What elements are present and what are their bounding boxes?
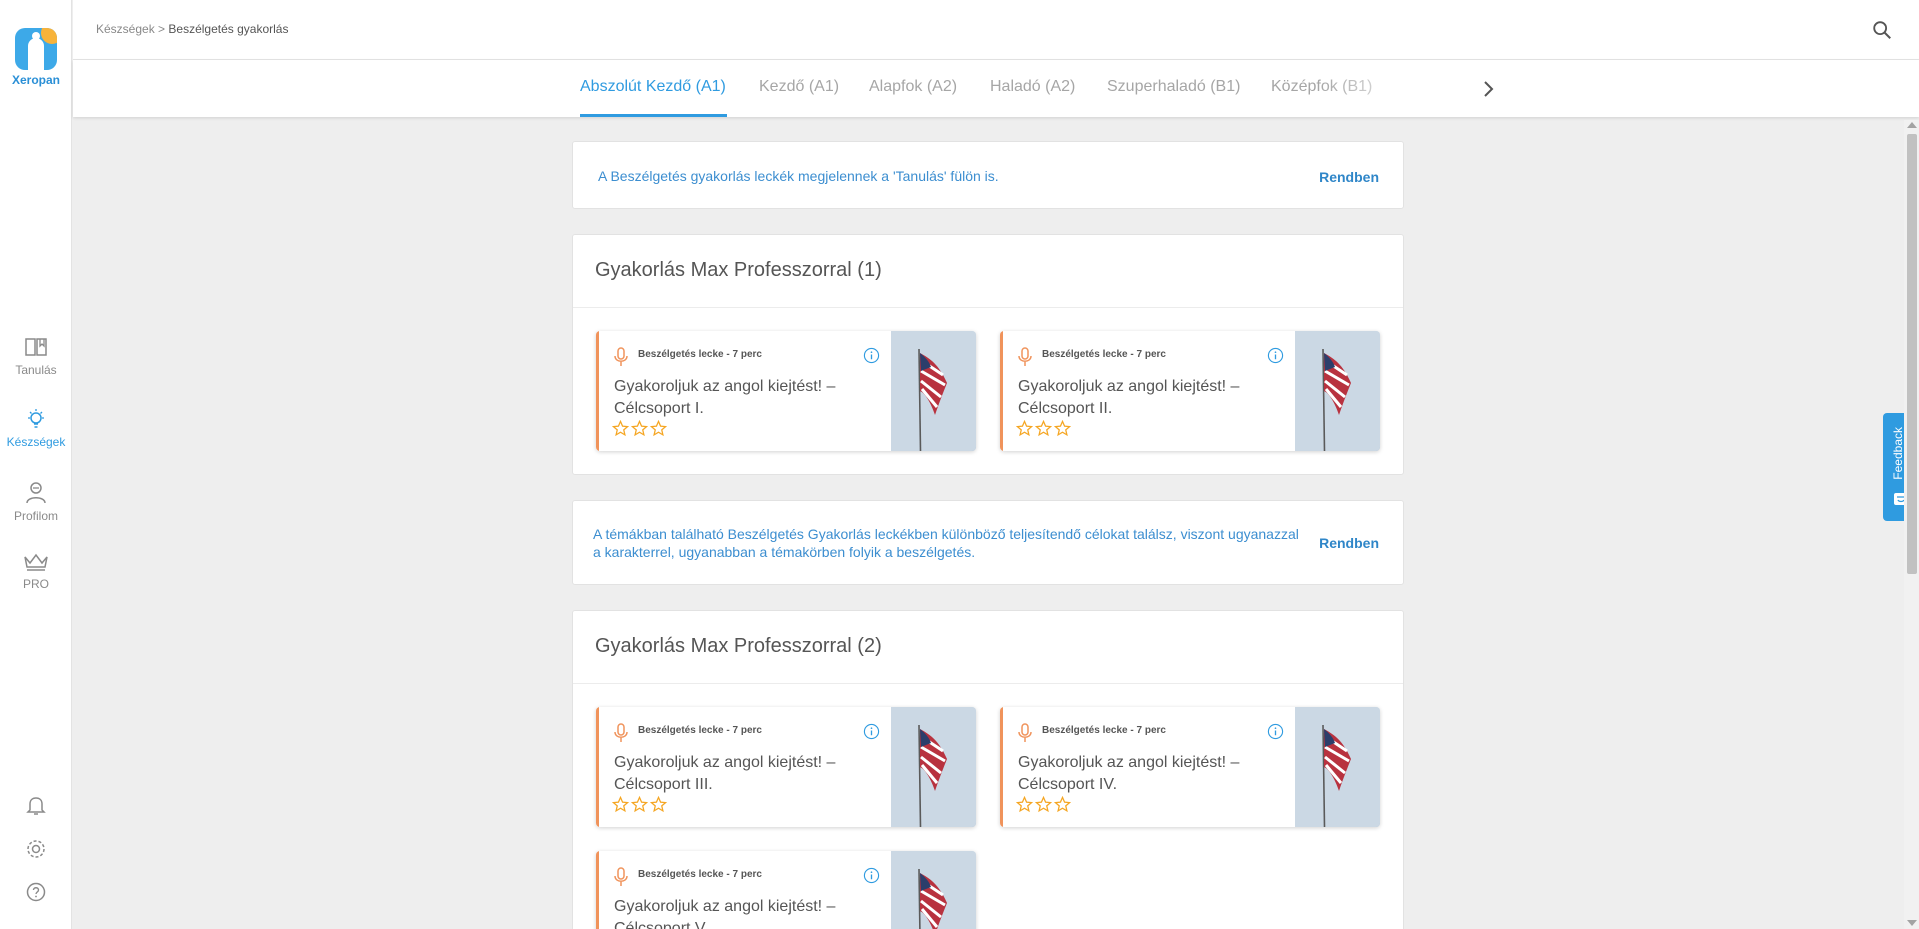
lesson-title: Gyakoroljuk az angol kiejtést! – Célcsop… <box>1018 378 1240 417</box>
star-empty-icon <box>1035 796 1052 813</box>
tab-kezdo[interactable]: Kezdő (A1) <box>759 78 839 96</box>
section-title: Gyakorlás Max Professzorral (2) <box>595 635 882 657</box>
lesson-card[interactable]: Beszélgetés lecke - 7 perc Gyakoroljuk a… <box>1000 331 1380 451</box>
lightbulb-icon <box>28 409 44 428</box>
lesson-card[interactable]: Beszélgetés lecke - 7 perc Gyakoroljuk a… <box>1000 707 1380 827</box>
sidebar-item-label: Profilom <box>13 509 58 523</box>
notice-text: A témákban található Beszélgetés Gyakorl… <box>593 526 1299 560</box>
breadcrumb: Készségek > Beszélgetés gyakorlás <box>96 22 288 36</box>
microphone-icon <box>614 347 628 366</box>
scroll-thumb[interactable] <box>1907 134 1917 574</box>
star-rating <box>1016 796 1071 813</box>
star-empty-icon <box>1054 796 1071 813</box>
lesson-section: Gyakorlás Max Professzorral (1) Beszélge… <box>572 234 1404 475</box>
tab-abszolut-kezdo[interactable]: Abszolút Kezdő (A1) <box>580 78 726 96</box>
lesson-kind: Beszélgetés lecke - 7 perc <box>638 725 762 736</box>
sidebar-item-pro[interactable]: PRO <box>0 552 72 591</box>
breadcrumb-current: Beszélgetés gyakorlás <box>168 22 289 36</box>
us-flag-thumbnail <box>891 707 976 827</box>
star-empty-icon <box>612 796 629 813</box>
us-flag-thumbnail <box>891 331 976 451</box>
scroll-down-arrow[interactable] <box>1907 920 1917 926</box>
sidebar-item-keszsegek[interactable]: Készségek <box>0 408 72 449</box>
star-empty-icon <box>612 420 629 437</box>
lesson-title: Gyakoroljuk az angol kiejtést! – Célcsop… <box>614 754 836 793</box>
star-rating <box>612 420 667 437</box>
gear-icon[interactable] <box>24 837 48 861</box>
lesson-title: Gyakoroljuk az angol kiejtést! – Célcsop… <box>614 378 836 417</box>
info-icon[interactable] <box>863 867 880 884</box>
lesson-card[interactable]: Beszélgetés lecke - 7 perc Gyakoroljuk a… <box>596 707 976 827</box>
sidebar-item-profilom[interactable]: Profilom <box>0 480 72 523</box>
star-empty-icon <box>631 796 648 813</box>
feedback-label: Feedback <box>1891 427 1905 480</box>
info-icon[interactable] <box>863 347 880 364</box>
star-empty-icon <box>631 420 648 437</box>
sidebar-item-tanulas[interactable]: Tanulás <box>0 336 72 377</box>
star-rating <box>612 796 667 813</box>
star-empty-icon <box>1035 420 1052 437</box>
us-flag-thumbnail <box>1295 707 1380 827</box>
microphone-icon <box>614 867 628 886</box>
microphone-icon <box>1018 723 1032 742</box>
microphone-icon <box>614 723 628 742</box>
section-divider <box>573 683 1403 684</box>
help-icon[interactable] <box>24 880 48 904</box>
section-divider <box>573 307 1403 308</box>
star-empty-icon <box>650 796 667 813</box>
xeropan-logo-icon <box>15 28 57 70</box>
us-flag-thumbnail <box>891 851 976 929</box>
lesson-kind: Beszélgetés lecke - 7 perc <box>638 869 762 880</box>
info-icon[interactable] <box>1267 347 1284 364</box>
info-icon[interactable] <box>863 723 880 740</box>
section-title: Gyakorlás Max Professzorral (1) <box>595 259 882 281</box>
lesson-card[interactable]: Beszélgetés lecke - 7 perc Gyakoroljuk a… <box>596 331 976 451</box>
star-empty-icon <box>1054 420 1071 437</box>
breadcrumb-separator: > <box>154 22 169 36</box>
sidebar: Xeropan Tanulás Készségek Profilom PRO <box>0 0 72 929</box>
level-tabs: Abszolút Kezdő (A1) Kezdő (A1) Alapfok (… <box>73 60 1919 117</box>
user-icon <box>26 482 46 504</box>
lesson-kind: Beszélgetés lecke - 7 perc <box>1042 349 1166 360</box>
scroll-up-arrow[interactable] <box>1907 122 1917 128</box>
logo-text: Xeropan <box>11 73 60 87</box>
app-logo[interactable]: Xeropan <box>0 28 72 87</box>
tab-szuperhalado[interactable]: Szuperhaladó (B1) <box>1107 78 1240 96</box>
notice-card: A Beszélgetés gyakorlás leckék megjelenn… <box>572 141 1404 209</box>
dismiss-notice-button[interactable]: Rendben <box>1319 535 1379 551</box>
tab-fade <box>1318 70 1458 110</box>
tab-alapfok[interactable]: Alapfok (A2) <box>869 78 957 96</box>
top-bar: Készségek > Beszélgetés gyakorlás <box>73 0 1919 60</box>
star-empty-icon <box>1016 796 1033 813</box>
book-icon <box>25 338 47 356</box>
us-flag-thumbnail <box>1295 331 1380 451</box>
active-tab-indicator <box>580 114 727 117</box>
search-icon[interactable] <box>1871 19 1893 41</box>
info-icon[interactable] <box>1267 723 1284 740</box>
dismiss-notice-button[interactable]: Rendben <box>1319 169 1379 185</box>
lesson-title: Gyakoroljuk az angol kiejtést! – Célcsop… <box>614 898 836 929</box>
sidebar-item-label: Készségek <box>6 435 66 449</box>
chevron-right-icon[interactable] <box>1476 77 1500 101</box>
lesson-section: Gyakorlás Max Professzorral (2) Beszélge… <box>572 610 1404 929</box>
crown-icon <box>24 553 48 571</box>
star-rating <box>1016 420 1071 437</box>
lesson-kind: Beszélgetés lecke - 7 perc <box>1042 725 1166 736</box>
sidebar-item-label: Tanulás <box>15 363 57 377</box>
star-empty-icon <box>650 420 667 437</box>
vertical-scrollbar[interactable] <box>1904 120 1919 929</box>
tab-halado[interactable]: Haladó (A2) <box>990 78 1075 96</box>
notice-text: A Beszélgetés gyakorlás leckék megjelenn… <box>598 168 999 184</box>
star-empty-icon <box>1016 420 1033 437</box>
microphone-icon <box>1018 347 1032 366</box>
bell-icon[interactable] <box>24 793 48 817</box>
breadcrumb-parent-link[interactable]: Készségek <box>96 22 155 36</box>
lesson-card[interactable]: Beszélgetés lecke - 7 perc Gyakoroljuk a… <box>596 851 976 929</box>
notice-card: A témákban található Beszélgetés Gyakorl… <box>572 500 1404 585</box>
lesson-title: Gyakoroljuk az angol kiejtést! – Célcsop… <box>1018 754 1240 793</box>
lesson-kind: Beszélgetés lecke - 7 perc <box>638 349 762 360</box>
sidebar-item-label: PRO <box>22 577 49 591</box>
